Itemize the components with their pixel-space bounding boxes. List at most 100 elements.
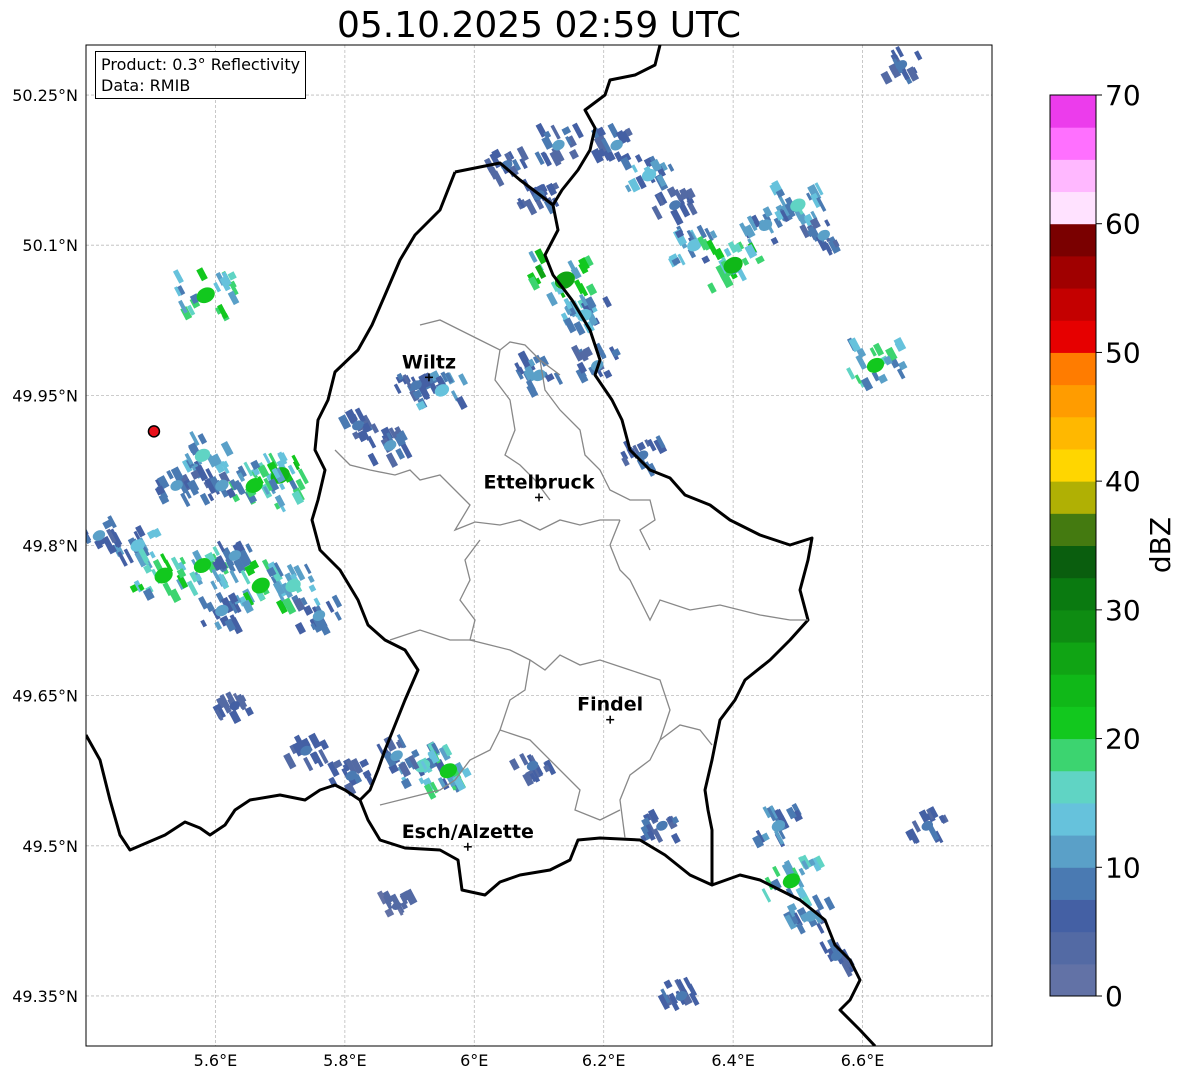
- echo-cell: [366, 426, 413, 468]
- luxembourg-national-border: [86, 161, 814, 897]
- echo-cell: [509, 752, 557, 787]
- colorbar-segment: [1050, 416, 1096, 450]
- colorbar-segment: [1050, 963, 1096, 997]
- echo-cell: [697, 235, 765, 294]
- colorbar-segment: [1050, 513, 1096, 546]
- echo-cell: [651, 186, 698, 226]
- colorbar-segment: [1050, 481, 1096, 514]
- colorbar-segment: [1050, 835, 1096, 868]
- city-marker: Esch/Alzette: [402, 821, 534, 851]
- product-info-box: Product: 0.3° Reflectivity Data: RMIB: [95, 51, 307, 99]
- colorbar-tick-label: 40: [1105, 465, 1141, 498]
- colorbar-segment: [1050, 674, 1096, 707]
- echo-cell: [181, 431, 234, 480]
- belgium-germany-border: [551, 45, 662, 206]
- radar-site-icon: [147, 425, 161, 438]
- lon-tick-label: 5.6°E: [194, 1051, 238, 1070]
- radar-site-marker: [147, 425, 161, 438]
- colorbar-segment: [1050, 642, 1096, 675]
- lon-tick-label: 6.4°E: [711, 1051, 755, 1070]
- france-germany-border: [711, 873, 877, 1046]
- lon-tick-label: 6.2°E: [582, 1051, 626, 1070]
- echo-cell: [560, 293, 612, 336]
- echo-cell: [266, 562, 321, 610]
- echo-cell: [880, 45, 923, 85]
- colorbar-tick-label: 20: [1105, 723, 1141, 756]
- colorbar-tick-label: 60: [1105, 208, 1141, 241]
- echo-cell: [338, 407, 380, 443]
- colorbar-tick-label: 30: [1105, 594, 1141, 627]
- echo-cell: [846, 337, 908, 392]
- echo-cell: [739, 203, 793, 246]
- colorbar-segment: [1050, 384, 1096, 418]
- canton-boundary: [609, 519, 808, 622]
- reflectivity-echoes: [86, 45, 949, 1012]
- lat-tick-label: 49.65°N: [12, 687, 78, 706]
- echo-cell: [154, 466, 201, 508]
- radar-map: Wiltz Ettelbruck Findel Esch/Alzette 5.6°E 5…: [12, 44, 1177, 1070]
- echo-cell: [514, 350, 564, 398]
- echo-cell: [327, 757, 375, 797]
- product-label: Product: 0.3° Reflectivity: [101, 55, 301, 74]
- colorbar-segment: [1050, 352, 1096, 386]
- echo-cell: [172, 267, 240, 322]
- lat-tick-label: 49.95°N: [12, 386, 78, 405]
- city-label: Wiltz: [402, 351, 456, 373]
- echo-cell: [283, 732, 329, 772]
- colorbar-tick-label: 70: [1105, 79, 1141, 112]
- colorbar-segment: [1050, 191, 1096, 225]
- echo-cell: [640, 808, 681, 844]
- lon-tick-label: 6°E: [460, 1051, 488, 1070]
- colorbar-tick-label: 0: [1105, 980, 1123, 1013]
- colorbar-segment: [1050, 95, 1096, 128]
- colorbar-segment: [1050, 255, 1096, 289]
- lon-tick-label: 6.6°E: [841, 1051, 885, 1070]
- echo-cell: [534, 122, 584, 167]
- data-source-label: Data: RMIB: [101, 76, 191, 95]
- colorbar-segment: [1050, 802, 1096, 836]
- colorbar-segment: [1050, 320, 1096, 353]
- colorbar-segment: [1050, 770, 1096, 804]
- luxembourg-west-border: [310, 171, 457, 802]
- colorbar-segment: [1050, 899, 1096, 933]
- city-label: Findel: [577, 694, 643, 716]
- lat-tick-label: 49.35°N: [12, 987, 78, 1006]
- lat-tick-label: 49.5°N: [22, 837, 78, 856]
- city-label: Esch/Alzette: [402, 821, 534, 843]
- colorbar-segment: [1050, 738, 1096, 772]
- colorbar-segment: [1050, 867, 1096, 900]
- lat-tick-label: 50.1°N: [22, 236, 78, 255]
- colorbar-segment: [1050, 931, 1096, 965]
- colorbar-segment: [1050, 706, 1096, 740]
- colorbar-segment: [1050, 159, 1096, 193]
- canton-boundary: [659, 724, 713, 746]
- echo-cell: [657, 976, 700, 1012]
- canton-boundary: [499, 729, 621, 821]
- echo-cell: [198, 591, 243, 635]
- lat-tick-label: 50.25°N: [12, 86, 78, 105]
- colorbar-segment: [1050, 288, 1096, 321]
- canton-boundary: [459, 539, 631, 671]
- colorbar-title: dBZ: [1144, 517, 1177, 573]
- city-label: Ettelbruck: [484, 471, 595, 493]
- echo-cell: [212, 691, 254, 725]
- city-marker: Ettelbruck: [484, 471, 595, 502]
- colorbar-tick-label: 50: [1105, 336, 1141, 369]
- city-markers: Wiltz Ettelbruck Findel Esch/Alzette: [402, 351, 643, 851]
- echo-cell: [86, 515, 123, 555]
- city-marker: Findel: [577, 694, 643, 724]
- colorbar-tick-label: 10: [1105, 851, 1141, 884]
- colorbar-segment: [1050, 223, 1096, 257]
- echo-cell: [376, 888, 418, 918]
- echo-cell: [752, 803, 803, 849]
- lat-tick-label: 49.8°N: [22, 537, 78, 556]
- colorbar: 0 10 20 30 40 50 60 70 dBZ: [1049, 79, 1177, 1013]
- canton-boundary: [389, 629, 475, 641]
- colorbar-segment: [1050, 127, 1096, 160]
- echo-cell: [905, 806, 949, 844]
- colorbar-segment: [1050, 448, 1096, 482]
- colorbar-segment: [1050, 609, 1096, 643]
- lon-tick-label: 5.8°E: [323, 1051, 367, 1070]
- colorbar-segment: [1050, 545, 1096, 579]
- colorbar-segment: [1050, 577, 1096, 611]
